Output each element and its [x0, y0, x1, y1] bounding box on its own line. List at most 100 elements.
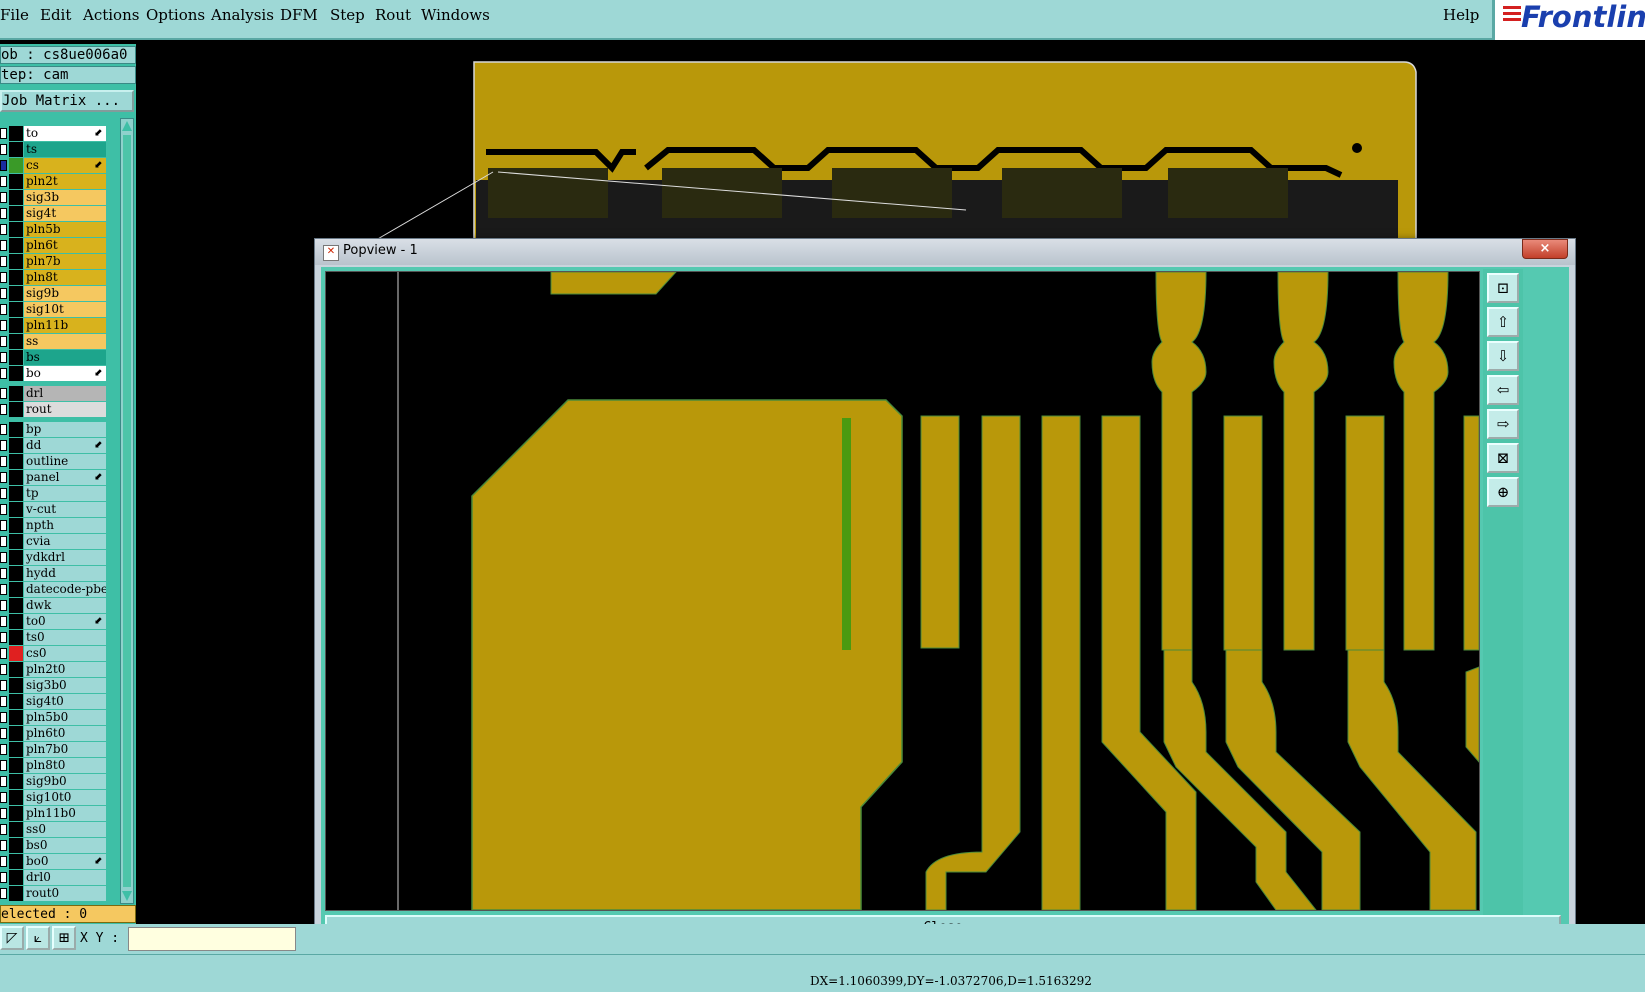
menu-windows[interactable]: Windows — [421, 6, 490, 24]
layer-name[interactable]: pln6t0 — [24, 726, 106, 741]
layer-checkbox[interactable] — [0, 320, 7, 331]
layer-checkbox[interactable] — [0, 352, 7, 363]
menu-help[interactable]: Help — [1443, 6, 1479, 24]
layer-name[interactable]: pln7b0 — [24, 742, 106, 757]
layer-checkbox[interactable] — [0, 792, 7, 803]
layer-checkbox[interactable] — [0, 728, 7, 739]
layer-name[interactable]: bs0 — [24, 838, 106, 853]
layer-name[interactable]: pln2t — [24, 174, 106, 189]
layer-name[interactable]: hydd — [24, 566, 106, 581]
layer-color-swatch[interactable] — [9, 534, 23, 549]
layer-color-swatch[interactable] — [9, 518, 23, 533]
layer-color-swatch[interactable] — [9, 402, 23, 417]
layer-name[interactable]: pln5b0 — [24, 710, 106, 725]
layer-row[interactable]: ydkdrl — [0, 550, 108, 565]
layer-name[interactable]: rout0 — [24, 886, 106, 901]
layer-checkbox[interactable] — [0, 456, 7, 467]
layer-row[interactable]: pln6t — [0, 238, 108, 253]
layer-name[interactable]: tp — [24, 486, 106, 501]
grid-tool-icon[interactable]: ⊞ — [52, 926, 76, 950]
layer-name[interactable]: datecode-pbe — [24, 582, 106, 597]
layer-color-swatch[interactable] — [9, 646, 23, 661]
board-overview[interactable] — [136, 40, 1645, 240]
layer-color-swatch[interactable] — [9, 318, 23, 333]
layer-row[interactable]: rout — [0, 402, 108, 417]
layer-color-swatch[interactable] — [9, 662, 23, 677]
layer-row[interactable]: pln5b0 — [0, 710, 108, 725]
layer-checkbox[interactable] — [0, 840, 7, 851]
layer-color-swatch[interactable] — [9, 486, 23, 501]
layer-checkbox[interactable] — [0, 272, 7, 283]
layer-row[interactable]: sig10t — [0, 302, 108, 317]
layer-row[interactable]: rout0 — [0, 886, 108, 901]
pan-right-icon[interactable]: ⇨ — [1487, 409, 1519, 439]
layer-color-swatch[interactable] — [9, 614, 23, 629]
layer-color-swatch[interactable] — [9, 758, 23, 773]
layer-color-swatch[interactable] — [9, 350, 23, 365]
layer-name[interactable]: sig4t — [24, 206, 106, 221]
layer-name[interactable]: sig3b — [24, 190, 106, 205]
layer-checkbox[interactable] — [0, 368, 7, 379]
layer-name[interactable]: pln11b0 — [24, 806, 106, 821]
layer-color-swatch[interactable] — [9, 126, 23, 141]
layer-color-swatch[interactable] — [9, 870, 23, 885]
layer-row[interactable]: pln11b0 — [0, 806, 108, 821]
layer-name[interactable]: bs — [24, 350, 106, 365]
layer-name[interactable]: pln11b — [24, 318, 106, 333]
layer-checkbox[interactable] — [0, 504, 7, 515]
layer-row[interactable]: cvia — [0, 534, 108, 549]
layer-checkbox[interactable] — [0, 288, 7, 299]
layer-name[interactable]: cs0 — [24, 646, 106, 661]
layer-row[interactable]: pln2t0 — [0, 662, 108, 677]
layer-row[interactable]: pln7b — [0, 254, 108, 269]
layer-name[interactable]: sig9b — [24, 286, 106, 301]
layer-row[interactable]: panel ⬋ — [0, 470, 108, 485]
layer-row[interactable]: pln8t0 — [0, 758, 108, 773]
layer-row[interactable]: to0 ⬋ — [0, 614, 108, 629]
layer-checkbox[interactable] — [0, 712, 7, 723]
layer-color-swatch[interactable] — [9, 774, 23, 789]
layer-row[interactable]: bo0 ⬋ — [0, 854, 108, 869]
layer-checkbox[interactable] — [0, 888, 7, 899]
layer-name[interactable]: drl0 — [24, 870, 106, 885]
menu-actions[interactable]: Actions — [83, 6, 139, 24]
layer-name[interactable]: npth — [24, 518, 106, 533]
layer-row[interactable]: sig9b — [0, 286, 108, 301]
layer-name[interactable]: pln2t0 — [24, 662, 106, 677]
layer-color-swatch[interactable] — [9, 694, 23, 709]
layer-color-swatch[interactable] — [9, 886, 23, 901]
layer-color-swatch[interactable] — [9, 726, 23, 741]
layer-color-swatch[interactable] — [9, 854, 23, 869]
layer-checkbox[interactable] — [0, 568, 7, 579]
layer-name[interactable]: bp — [24, 422, 106, 437]
layer-color-swatch[interactable] — [9, 790, 23, 805]
layer-checkbox[interactable] — [0, 304, 7, 315]
layer-name[interactable]: ydkdrl — [24, 550, 106, 565]
pan-up-icon[interactable]: ⇧ — [1487, 307, 1519, 337]
layer-color-swatch[interactable] — [9, 742, 23, 757]
menu-step[interactable]: Step — [330, 6, 365, 24]
layer-row[interactable]: dwk — [0, 598, 108, 613]
layer-row[interactable]: outline — [0, 454, 108, 469]
layer-color-swatch[interactable] — [9, 302, 23, 317]
menu-edit[interactable]: Edit — [40, 6, 71, 24]
layer-checkbox[interactable] — [0, 856, 7, 867]
layer-row[interactable]: sig4t — [0, 206, 108, 221]
layer-checkbox[interactable] — [0, 760, 7, 771]
layer-name[interactable]: sig10t — [24, 302, 106, 317]
layer-color-swatch[interactable] — [9, 438, 23, 453]
layer-name[interactable]: dwk — [24, 598, 106, 613]
layer-color-swatch[interactable] — [9, 174, 23, 189]
layer-row[interactable]: npth — [0, 518, 108, 533]
snap-tool-icon[interactable]: ⟀ — [26, 926, 50, 950]
layer-checkbox[interactable] — [0, 632, 7, 643]
layer-row[interactable]: cs0 — [0, 646, 108, 661]
menu-dfm[interactable]: DFM — [280, 6, 318, 24]
window-close-button[interactable]: × — [1522, 239, 1568, 259]
layer-color-swatch[interactable] — [9, 838, 23, 853]
layer-row[interactable]: dd ⬋ — [0, 438, 108, 453]
layer-color-swatch[interactable] — [9, 422, 23, 437]
layer-row[interactable]: pln5b — [0, 222, 108, 237]
layer-name[interactable]: outline — [24, 454, 106, 469]
layer-row[interactable]: drl0 — [0, 870, 108, 885]
